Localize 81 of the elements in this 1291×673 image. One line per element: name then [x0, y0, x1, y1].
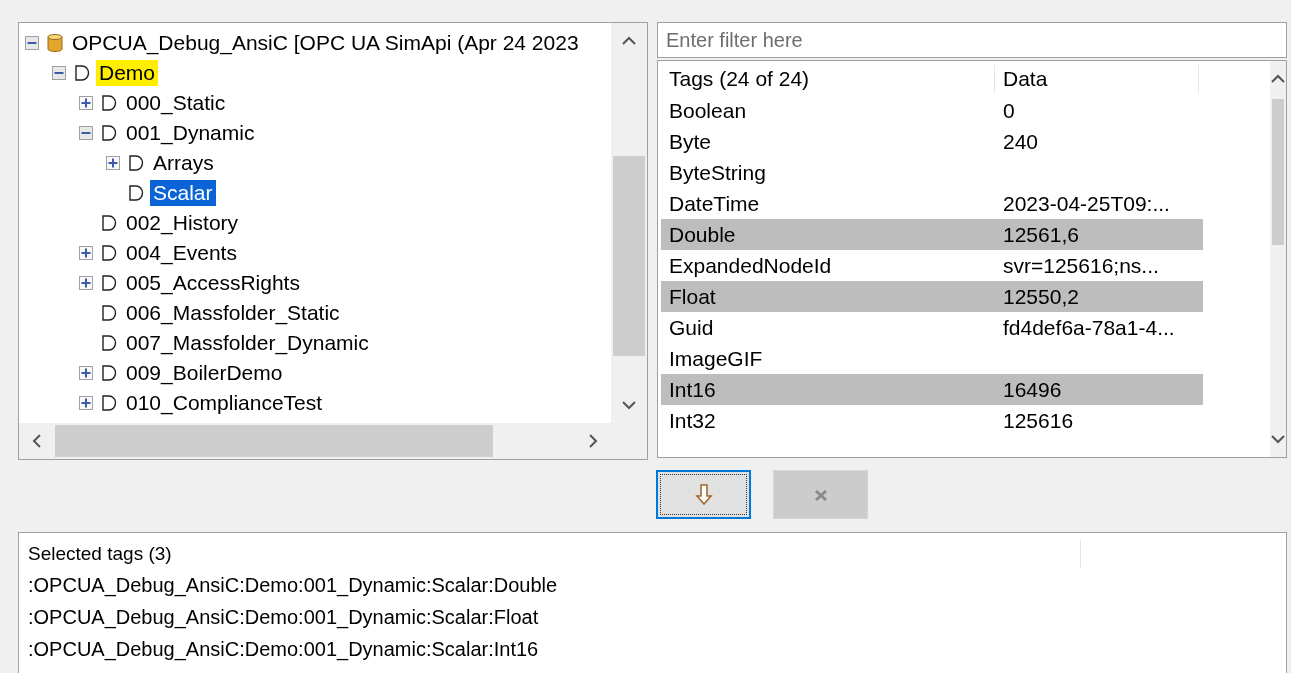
tree-item[interactable]: Scalar — [150, 180, 216, 206]
tree-item[interactable]: 004_Events — [123, 240, 240, 266]
node-icon — [101, 94, 117, 112]
expand-icon[interactable] — [79, 276, 93, 290]
list-item[interactable]: :OPCUA_Debug_AnsiC:Demo:001_Dynamic:Scalar:Int16 — [28, 633, 1277, 665]
table-cell-text: Byte — [668, 129, 713, 154]
tree-item[interactable]: 006_Massfolder_Static — [123, 300, 343, 326]
tree-item[interactable]: 007_Massfolder_Dynamic — [123, 330, 372, 356]
table-row[interactable]: Boolean 0 — [661, 95, 1203, 126]
node-icon — [128, 184, 144, 202]
table-cell-text: 0 — [1002, 98, 1016, 123]
table-cell-text: svr=125616;ns... — [1002, 253, 1160, 278]
scroll-thumb[interactable] — [613, 156, 645, 356]
node-icon — [101, 244, 117, 262]
filter-field[interactable]: Enter filter here — [657, 22, 1287, 58]
scroll-thumb[interactable] — [55, 425, 493, 457]
table-cell-text: Double — [668, 222, 737, 247]
tree-item[interactable]: 000_Static — [123, 90, 229, 116]
tree-item[interactable]: 001_Dynamic — [123, 120, 258, 146]
node-icon — [74, 64, 90, 82]
tree-item[interactable]: 010_ComplianceTest — [123, 390, 326, 416]
expand-icon[interactable] — [79, 366, 93, 380]
tree-item[interactable]: 005_AccessRights — [123, 270, 303, 296]
node-icon — [101, 394, 117, 412]
table-cell-text: 240 — [1002, 129, 1040, 154]
horizontal-scrollbar[interactable] — [19, 423, 611, 459]
collapse-icon[interactable] — [79, 126, 93, 140]
column-header[interactable]: Tags (24 of 24) — [661, 65, 995, 93]
vertical-scrollbar[interactable] — [611, 23, 647, 423]
scroll-thumb[interactable] — [1272, 99, 1284, 245]
collapse-icon[interactable] — [25, 36, 39, 50]
tree-item[interactable]: 009_BoilerDemo — [123, 360, 286, 386]
table-cell-text: ImageGIF — [668, 346, 764, 371]
table-cell-text: 16496 — [1002, 377, 1063, 402]
table-row[interactable]: ImageGIF — [661, 343, 1203, 374]
table-row[interactable]: Double 12561,6 — [661, 219, 1203, 250]
node-icon — [101, 304, 117, 322]
table-cell-text: fd4def6a-78a1-4... — [1002, 315, 1176, 340]
database-icon — [47, 34, 63, 52]
expand-icon[interactable] — [79, 246, 93, 260]
node-icon — [128, 154, 144, 172]
table-row[interactable]: ExpandedNodeId svr=125616;ns... — [661, 250, 1203, 281]
table-row[interactable]: DateTime 2023-04-25T09:... — [661, 188, 1203, 219]
table-cell-text: 12550,2 — [1002, 284, 1080, 309]
column-header[interactable]: Data — [995, 65, 1199, 93]
table-cell-text: DateTime — [668, 191, 761, 216]
table-cell-text: Int32 — [668, 408, 717, 433]
add-button[interactable] — [656, 470, 751, 519]
expand-icon[interactable] — [79, 96, 93, 110]
expand-icon[interactable] — [79, 396, 93, 410]
tree-item[interactable]: Demo — [96, 60, 159, 86]
vertical-scrollbar[interactable] — [1270, 61, 1286, 457]
tree-item[interactable]: Arrays — [150, 150, 217, 176]
table-cell-text: Guid — [668, 315, 715, 340]
table-cell-text: Int16 — [668, 377, 717, 402]
table-cell-text: Boolean — [668, 98, 748, 123]
node-icon — [101, 274, 117, 292]
tree-item[interactable]: OPCUA_Debug_AnsiC [OPC UA SimApi (Apr 24 2023 — [69, 30, 582, 56]
node-icon — [101, 334, 117, 352]
table-row[interactable]: Guid fd4def6a-78a1-4... — [661, 312, 1203, 343]
column-header[interactable]: Selected tags (3) — [28, 540, 1081, 568]
table-cell-text: 125616 — [1002, 408, 1075, 433]
table-row[interactable]: Int32 125616 — [661, 405, 1203, 436]
node-icon — [101, 364, 117, 382]
table-row[interactable]: Byte 240 — [661, 126, 1203, 157]
table-row[interactable]: ByteString — [661, 157, 1203, 188]
down-arrow-icon — [694, 483, 713, 506]
table-cell-text: 12561,6 — [1002, 222, 1080, 247]
table-cell-text: Float — [668, 284, 717, 309]
table-row[interactable]: Float 12550,2 — [661, 281, 1203, 312]
list-item[interactable]: :OPCUA_Debug_AnsiC:Demo:001_Dynamic:Scalar:Float — [28, 601, 1277, 633]
tree-item[interactable]: 002_History — [123, 210, 242, 236]
node-icon — [101, 214, 117, 232]
list-item[interactable]: :OPCUA_Debug_AnsiC:Demo:001_Dynamic:Scalar:Double — [28, 569, 1277, 601]
collapse-icon[interactable] — [52, 66, 66, 80]
table-row[interactable]: Int16 16496 — [661, 374, 1203, 405]
table-cell-text: ExpandedNodeId — [668, 253, 833, 278]
table-cell-text: ByteString — [668, 160, 767, 185]
expand-icon[interactable] — [106, 156, 120, 170]
table-cell-text: 2023-04-25T09:... — [1002, 191, 1171, 216]
node-icon — [101, 124, 117, 142]
